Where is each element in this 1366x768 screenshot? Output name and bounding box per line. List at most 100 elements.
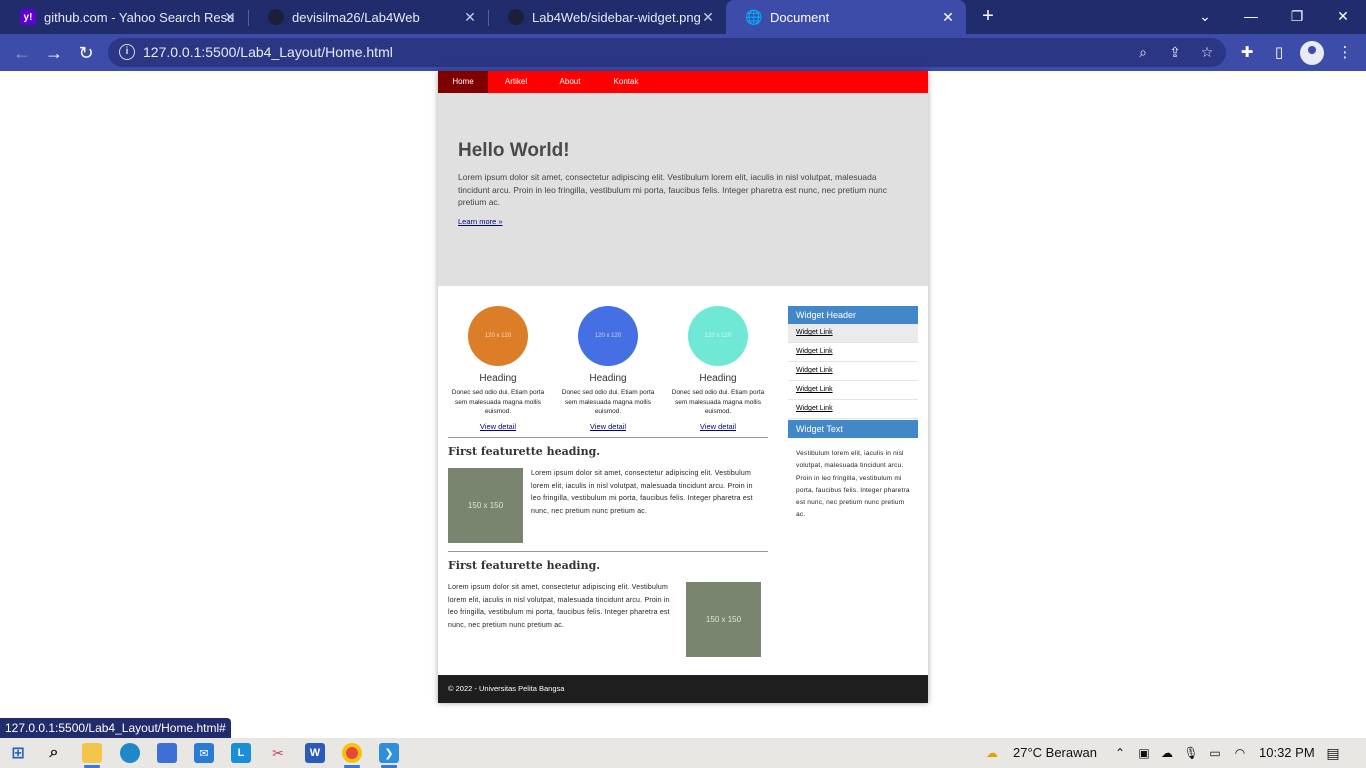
camera-icon[interactable]: ▣ <box>1136 745 1152 761</box>
share-icon[interactable]: ⇪ <box>1166 43 1184 61</box>
card-text: Donec sed odio dui. Etiam porta sem male… <box>451 389 545 415</box>
widget-text-header: Widget Text <box>788 420 918 438</box>
widget-link[interactable]: Widget Link <box>788 362 918 381</box>
close-tab-icon[interactable]: ✕ <box>940 9 956 25</box>
mail-icon[interactable]: ✉ <box>194 743 214 763</box>
address-bar[interactable]: i 127.0.0.1:5500/Lab4_Layout/Home.html ⌕… <box>108 38 1226 67</box>
menu-kebab-icon[interactable]: ⋮ <box>1334 42 1356 64</box>
tab-title: Lab4Web/sidebar-widget.png at <box>532 9 704 25</box>
close-tab-icon[interactable]: ✕ <box>462 9 478 25</box>
tab-yahoo-search[interactable]: y! github.com - Yahoo Search Resul ✕ <box>0 0 248 34</box>
tab-github-repo[interactable]: devisilma26/Lab4Web ✕ <box>248 0 488 34</box>
widget-link[interactable]: Widget Link <box>788 400 918 419</box>
widget-link[interactable]: Widget Link <box>788 324 918 343</box>
card-image-placeholder: 120 x 120 <box>688 306 748 366</box>
site-info-icon[interactable]: i <box>119 44 135 60</box>
windows-taskbar: ⊞ ⌕ ✉ L ✂ W ❯ ☁ 27°C Berawan ⌃ ▣ ☁ 🎙 ▭ ◠… <box>0 738 1366 768</box>
github-favicon-icon <box>268 9 284 25</box>
weather-text[interactable]: 27°C Berawan <box>1013 738 1097 768</box>
search-icon[interactable]: ⌕ <box>44 743 64 763</box>
nav-artikel[interactable]: Artikel <box>494 71 538 93</box>
card-image-placeholder: 120 x 120 <box>578 306 638 366</box>
yahoo-favicon-icon: y! <box>20 9 36 25</box>
card-text: Donec sed odio dui. Etiam porta sem male… <box>561 389 655 415</box>
close-window-button[interactable]: ✕ <box>1333 6 1353 26</box>
top-navigation: Home Artikel About Kontak <box>438 71 928 93</box>
widget-link[interactable]: Widget Link <box>788 381 918 400</box>
status-bar-url: 127.0.0.1:5500/Lab4_Layout/Home.html# <box>0 718 231 738</box>
feature-card: 120 x 120 Heading Donec sed odio dui. Et… <box>447 306 549 431</box>
tab-github-file[interactable]: Lab4Web/sidebar-widget.png at ✕ <box>488 0 726 34</box>
globe-icon: 🌐 <box>745 8 763 25</box>
github-favicon-icon <box>508 9 524 25</box>
card-heading: Heading <box>589 373 627 384</box>
page-viewport: Home Artikel About Kontak Hello World! L… <box>0 71 1366 738</box>
feature-card: 120 x 120 Heading Donec sed odio dui. Et… <box>557 306 659 431</box>
hero-text: Lorem ipsum dolor sit amet, consectetur … <box>458 172 887 207</box>
card-text: Donec sed odio dui. Etiam porta sem male… <box>671 389 765 415</box>
close-tab-icon[interactable]: ✕ <box>222 9 238 25</box>
wifi-icon[interactable]: ◠ <box>1232 745 1248 761</box>
card-image-placeholder: 120 x 120 <box>468 306 528 366</box>
edge-icon[interactable] <box>120 743 140 763</box>
widget-link[interactable]: Widget Link <box>788 343 918 362</box>
nav-home[interactable]: Home <box>438 71 488 93</box>
widget-text: Vestibulum lorem elit, iaculis in nisl v… <box>796 450 910 519</box>
clock-time[interactable]: 10:32 PM <box>1259 738 1315 768</box>
word-icon[interactable]: W <box>305 743 325 763</box>
view-detail-link[interactable]: View detail <box>667 422 769 431</box>
reload-button[interactable]: ↻ <box>75 42 97 64</box>
learn-more-link[interactable]: Learn more » <box>458 217 503 226</box>
start-icon[interactable]: ⊞ <box>8 743 28 763</box>
minimize-button[interactable]: — <box>1241 6 1261 26</box>
featurette-heading: First featurette heading. <box>448 559 601 572</box>
tab-title: Document <box>770 9 830 25</box>
back-button[interactable]: ← <box>11 42 33 64</box>
restore-button[interactable]: ❐ <box>1287 6 1307 26</box>
profile-avatar[interactable] <box>1300 41 1324 65</box>
card-heading: Heading <box>479 373 517 384</box>
page-footer: © 2022 - Universitas Pelita Bangsa <box>438 675 928 703</box>
page-container: Home Artikel About Kontak Hello World! L… <box>438 71 928 703</box>
featurette-divider <box>448 551 768 552</box>
browser-tab-bar: y! github.com - Yahoo Search Resul ✕ dev… <box>0 0 1366 34</box>
view-detail-link[interactable]: View detail <box>557 422 659 431</box>
zoom-icon[interactable]: ⌕ <box>1134 43 1152 61</box>
tab-title: github.com - Yahoo Search Resul <box>44 9 234 25</box>
featurette-image-placeholder: 150 x 150 <box>686 582 761 657</box>
close-tab-icon[interactable]: ✕ <box>700 9 716 25</box>
l-app-icon[interactable]: L <box>231 743 251 763</box>
vscode-icon[interactable]: ❯ <box>379 743 399 763</box>
chevron-up-icon[interactable]: ⌃ <box>1112 745 1128 761</box>
tab-search-chevron-down-icon[interactable]: ⌄ <box>1195 6 1215 26</box>
microphone-icon[interactable]: 🎙 <box>1183 745 1199 761</box>
tab-document[interactable]: 🌐 Document ✕ <box>726 0 966 34</box>
bookmark-star-icon[interactable]: ☆ <box>1198 43 1216 61</box>
notification-icon[interactable]: ▤ <box>1325 745 1341 761</box>
weather-icon[interactable]: ☁ <box>984 745 1000 761</box>
nav-kontak[interactable]: Kontak <box>602 71 650 93</box>
snipping-icon[interactable]: ✂ <box>268 743 288 763</box>
widget-header: Widget Header <box>788 306 918 324</box>
onedrive-cloud-icon[interactable]: ☁ <box>1159 745 1175 761</box>
featurette-image-placeholder: 150 x 150 <box>448 468 523 543</box>
hero-section: Hello World! Lorem ipsum dolor sit amet,… <box>438 93 928 286</box>
nav-about[interactable]: About <box>548 71 592 93</box>
featurette-text: Lorem ipsum dolor sit amet, consectetur … <box>531 470 753 515</box>
new-tab-button[interactable]: + <box>978 6 998 26</box>
hero-title: Hello World! <box>458 140 570 161</box>
card-heading: Heading <box>699 373 737 384</box>
featurette-heading: First featurette heading. <box>448 445 601 458</box>
featurette-text: Lorem ipsum dolor sit amet, consectetur … <box>448 584 670 629</box>
store-icon[interactable] <box>157 743 177 763</box>
side-panel-icon[interactable]: ▯ <box>1268 42 1290 64</box>
browser-toolbar: ← → ↻ i 127.0.0.1:5500/Lab4_Layout/Home.… <box>0 34 1366 71</box>
chrome-icon[interactable] <box>342 743 362 763</box>
address-url[interactable]: 127.0.0.1:5500/Lab4_Layout/Home.html <box>143 44 393 60</box>
forward-button[interactable]: → <box>43 42 65 64</box>
battery-icon[interactable]: ▭ <box>1207 745 1223 761</box>
view-detail-link[interactable]: View detail <box>447 422 549 431</box>
file-explorer-icon[interactable] <box>82 743 102 763</box>
featurette-divider <box>448 437 768 438</box>
extensions-puzzle-icon[interactable]: ✚ <box>1236 42 1258 64</box>
